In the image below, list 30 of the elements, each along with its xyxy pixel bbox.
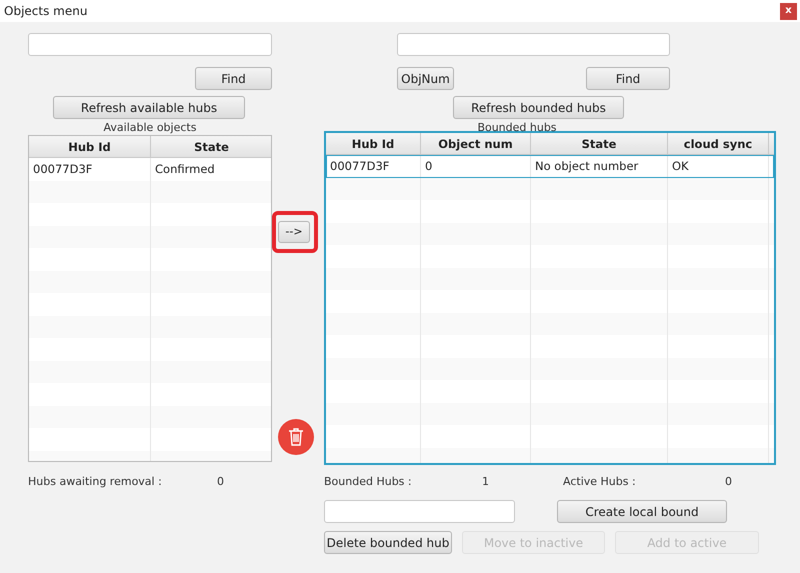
refresh-button[interactable]: Refresh bounded hubs xyxy=(453,96,624,119)
column-header[interactable]: State xyxy=(531,133,668,154)
delete-button[interactable] xyxy=(278,419,314,455)
status-value: 0 xyxy=(217,475,225,488)
count-value: 1 xyxy=(482,475,490,488)
count-label: Bounded Hubs : xyxy=(324,475,413,488)
column-header[interactable]: Hub Id xyxy=(326,133,421,154)
column-header[interactable]: Object num xyxy=(421,133,531,154)
input-field[interactable] xyxy=(397,33,670,56)
column-header[interactable]: cloud sync xyxy=(668,133,769,154)
find-button[interactable]: Find xyxy=(586,67,670,90)
close-button[interactable]: x xyxy=(780,2,797,20)
count-value: 0 xyxy=(725,475,732,488)
table-row[interactable]: 00077D3F 0 No object number OK xyxy=(326,155,774,178)
trash-icon xyxy=(288,428,304,446)
input-field[interactable] xyxy=(28,33,272,56)
column-header[interactable]: State xyxy=(151,136,271,157)
input-field[interactable] xyxy=(324,500,515,523)
refresh-button[interactable]: Refresh available hubs xyxy=(53,96,245,119)
find-button[interactable]: Find xyxy=(195,67,272,90)
delete-button[interactable]: Delete bounded hub xyxy=(324,531,452,554)
table-title: Available objects xyxy=(102,122,198,135)
status-label: Hubs awaiting removal : xyxy=(28,475,163,488)
transfer-button[interactable]: --> xyxy=(278,221,310,243)
objnum-button[interactable]: ObjNum xyxy=(397,67,454,90)
count-label: Active Hubs : xyxy=(563,475,637,488)
create-button[interactable]: Create local bound xyxy=(557,500,727,523)
table-title: Bounded hubs xyxy=(476,122,558,131)
column-header[interactable]: Hub Id xyxy=(29,136,151,157)
window-title: Objects menu xyxy=(4,4,88,18)
